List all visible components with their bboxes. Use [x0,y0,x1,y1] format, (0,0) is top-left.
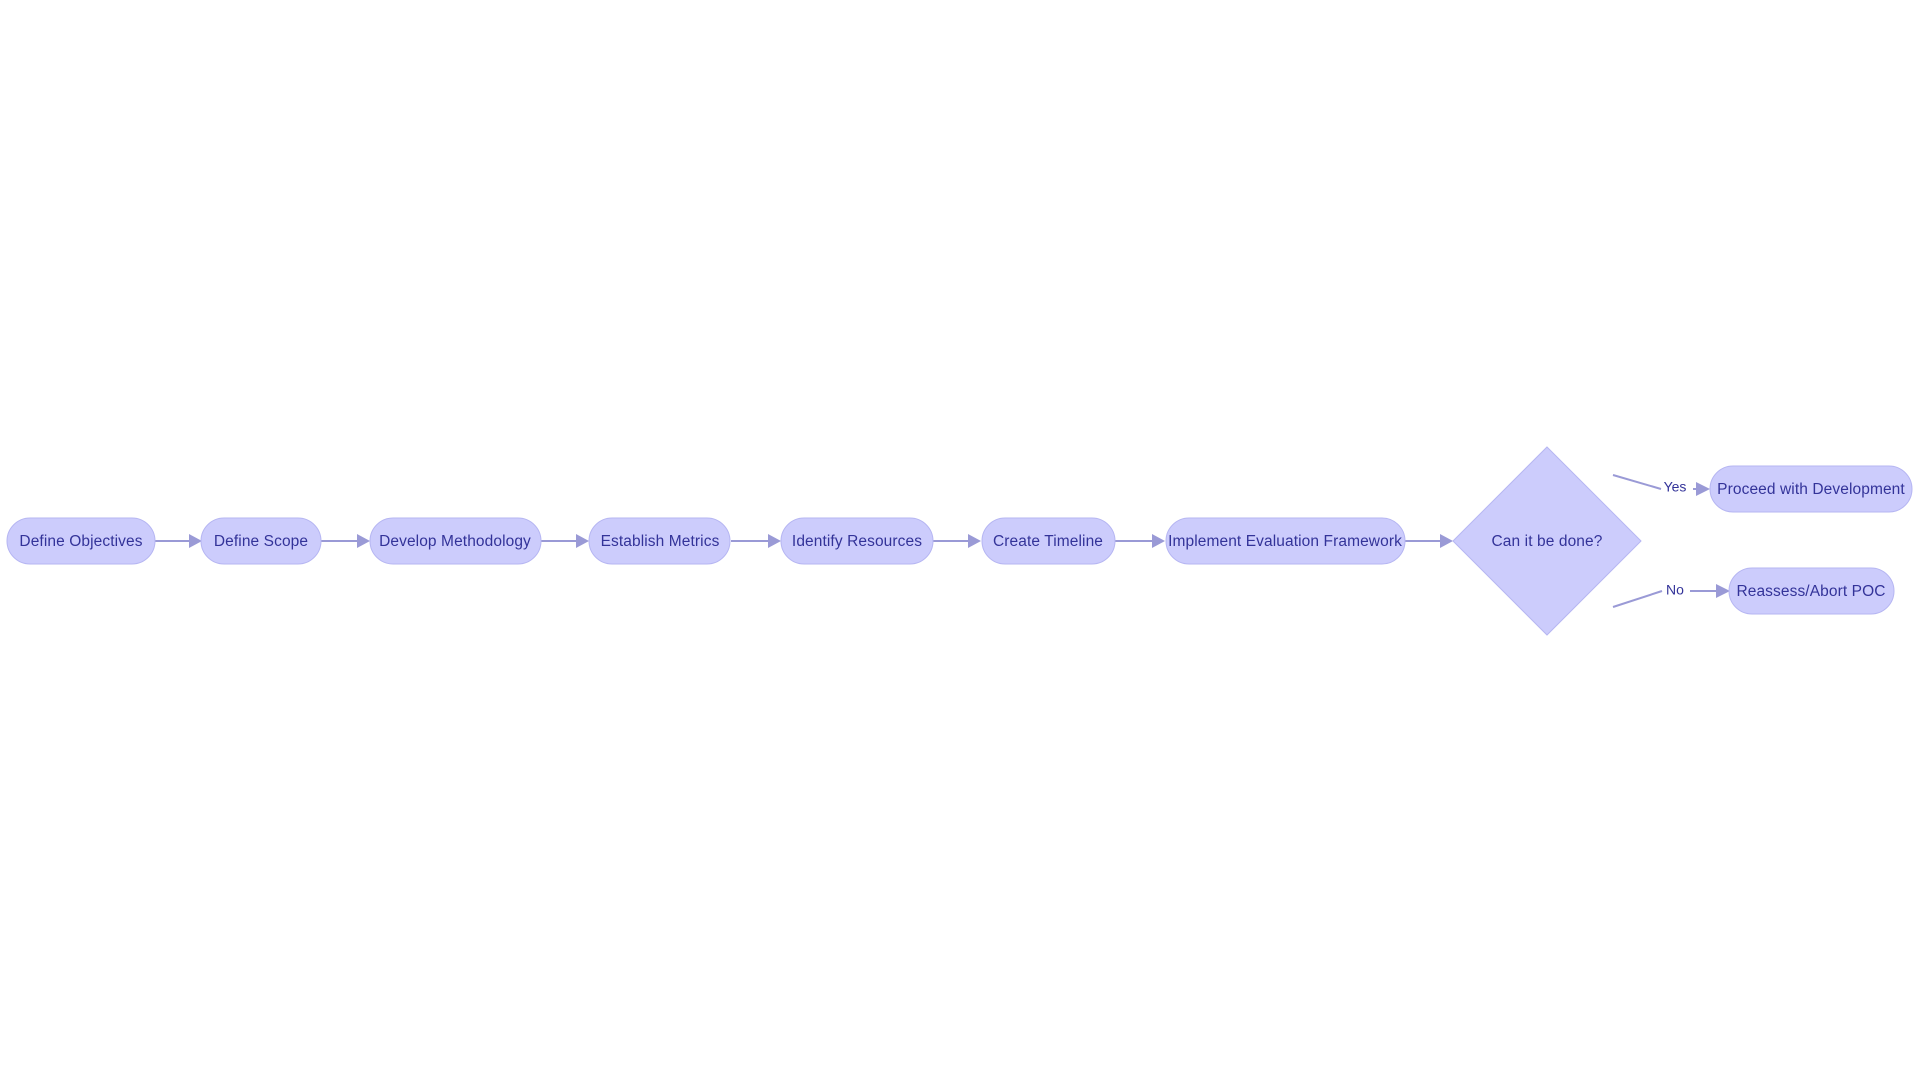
node-define-scope[interactable]: Define Scope [200,517,322,565]
node-label-implement-framework: Implement Evaluation Framework [1168,533,1402,550]
node-proceed-with-development[interactable]: Proceed with Development [1709,465,1913,513]
edge-implement-framework-to-decision [1405,534,1453,548]
node-label-develop-methodology: Develop Methodology [379,533,531,550]
node-decision-can-it-be-done[interactable]: Can it be done? [1452,446,1642,636]
node-develop-methodology[interactable]: Develop Methodology [369,517,542,565]
node-label-identify-resources: Identify Resources [792,533,922,550]
edge-define-objectives-to-define-scope [155,534,202,548]
flowchart-canvas: Yes No Define Objectives Define Scope De… [0,0,1920,1080]
node-label-define-scope: Define Scope [214,533,308,550]
node-label-establish-metrics: Establish Metrics [601,533,720,550]
edge-define-scope-to-develop-methodology [321,534,370,548]
edge-establish-metrics-to-identify-resources [731,534,781,548]
node-label-create-timeline: Create Timeline [993,533,1103,550]
node-label-decision: Can it be done? [1492,533,1603,550]
node-implement-framework[interactable]: Implement Evaluation Framework [1165,517,1406,565]
edge-create-timeline-to-implement-framework [1115,534,1165,548]
node-reassess-abort-poc[interactable]: Reassess/Abort POC [1728,567,1895,615]
edge-decision-to-proceed: Yes [1612,474,1710,496]
node-label-reassess-abort-poc: Reassess/Abort POC [1736,583,1885,600]
node-establish-metrics[interactable]: Establish Metrics [588,517,731,565]
flowchart-svg: Yes No Define Objectives Define Scope De… [6,446,1913,636]
edge-identify-resources-to-create-timeline [933,534,981,548]
node-identify-resources[interactable]: Identify Resources [780,517,934,565]
node-label-define-objectives: Define Objectives [19,533,142,550]
edge-decision-to-reassess: No [1612,582,1730,608]
edge-label-no: No [1666,582,1684,598]
node-create-timeline[interactable]: Create Timeline [981,517,1116,565]
edge-develop-methodology-to-establish-metrics [541,534,589,548]
node-define-objectives[interactable]: Define Objectives [6,517,156,565]
edge-label-yes: Yes [1664,479,1687,495]
node-label-proceed-with-development: Proceed with Development [1717,481,1905,498]
